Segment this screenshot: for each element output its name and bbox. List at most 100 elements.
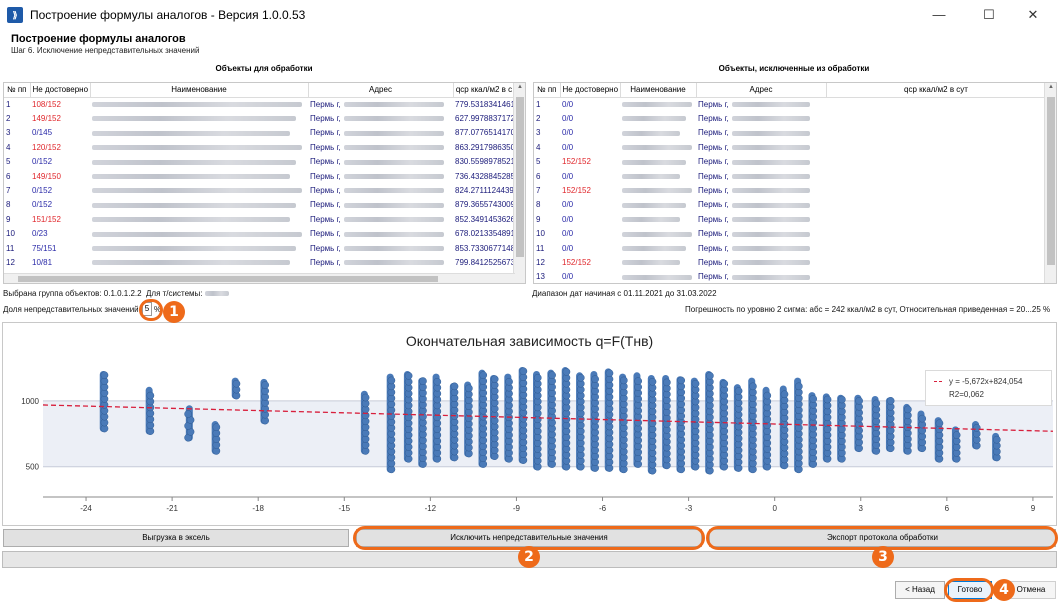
table-cell: 0/152 [30, 198, 90, 212]
table-row[interactable]: 5 152/152 Пермь г, [534, 155, 1046, 169]
left-grid-hscroll[interactable] [4, 273, 515, 283]
scroll-thumb-h[interactable] [18, 276, 438, 282]
cell-text: 0/0 [562, 99, 574, 109]
callout-marker-2: 2 [518, 546, 540, 568]
blurred-text [731, 102, 810, 108]
table-cell: Пермь г, [696, 198, 826, 212]
maximize-button[interactable]: ☐ [969, 4, 1009, 26]
cell-text: Пермь г, [310, 142, 341, 152]
table-cell [620, 270, 696, 283]
column-header[interactable]: Адрес [696, 83, 827, 98]
table-row[interactable]: 11 0/0 Пермь г, [534, 241, 1046, 255]
column-header[interactable]: № пп [4, 83, 31, 98]
table-cell: Пермь г, [696, 183, 826, 197]
column-header[interactable]: Не достоверно [30, 83, 91, 98]
excluded-grid[interactable]: № пп Не достоверно Наименование Адрес qср кк… [533, 82, 1057, 284]
table-cell: 1 [4, 97, 30, 111]
table-row[interactable]: 7 152/152 Пермь г, [534, 183, 1046, 197]
table-cell: 7 [534, 183, 560, 197]
minimize-button[interactable]: — [919, 4, 959, 26]
cell-text: 830.5598978521 [455, 157, 515, 167]
back-button[interactable]: < Назад [895, 581, 945, 599]
scroll-up-icon[interactable]: ▲ [1045, 84, 1056, 90]
column-header[interactable]: qср ккал/м2 в с [453, 83, 516, 98]
table-row[interactable]: 4 0/0 Пермь г, [534, 140, 1046, 154]
table-row[interactable]: 1 0/0 Пермь г, [534, 97, 1046, 111]
table-cell: 0/0 [560, 126, 620, 140]
table-row[interactable]: 10 0/23 Пермь г, 678.0213354891 [4, 227, 515, 241]
column-header[interactable]: № пп [534, 83, 561, 98]
table-row[interactable]: 4 120/152 Пермь г, 863.2917986350 [4, 140, 515, 154]
table-cell: 799.8412525673 [453, 255, 515, 269]
right-grid-vscroll[interactable]: ▲ [1044, 83, 1056, 283]
table-cell: 852.3491453626 [453, 212, 515, 226]
blurred-text [622, 202, 686, 208]
table-row[interactable]: 3 0/0 Пермь г, [534, 126, 1046, 140]
table-cell: 3 [534, 126, 560, 140]
table-cell [620, 169, 696, 183]
blurred-text [731, 260, 810, 266]
table-row[interactable]: 8 0/152 Пермь г, 879.3655743009 [4, 198, 515, 212]
cell-text: Пермь г, [698, 128, 729, 138]
column-header[interactable]: Наименование [620, 83, 697, 98]
cell-text: 0/0 [562, 128, 574, 138]
cell-text: 3 [6, 128, 11, 138]
callout-marker-3: 3 [872, 546, 894, 568]
title-bar: ⟫ Построение формулы аналогов - Версия 1… [0, 0, 1059, 30]
objects-grid[interactable]: № пп Не достоверно Наименование Адрес qср кк… [3, 82, 526, 284]
table-row[interactable]: 12 152/152 Пермь г, [534, 255, 1046, 269]
table-row[interactable]: 1 108/152 Пермь г, 779.5318341461 [4, 97, 515, 111]
blurred-text [92, 245, 296, 251]
cell-text: Пермь г, [310, 99, 341, 109]
table-cell [826, 126, 1046, 140]
table-cell [826, 169, 1046, 183]
app-icon: ⟫ [7, 7, 23, 23]
scroll-up-icon[interactable]: ▲ [514, 84, 525, 90]
table-cell [90, 140, 308, 154]
cell-text: 0/0 [562, 171, 574, 181]
table-row[interactable]: 6 149/150 Пермь г, 736.4328845285 [4, 169, 515, 183]
table-row[interactable]: 7 0/152 Пермь г, 824.2711124439 [4, 183, 515, 197]
system-info: Для т/системы: [146, 289, 229, 298]
table-cell: 10/81 [30, 255, 90, 269]
table-row[interactable]: 5 0/152 Пермь г, 830.5598978521 [4, 155, 515, 169]
table-cell: 5 [534, 155, 560, 169]
table-row[interactable]: 2 0/0 Пермь г, [534, 111, 1046, 125]
scroll-thumb[interactable] [516, 97, 524, 257]
table-cell: 4 [534, 140, 560, 154]
table-cell [826, 198, 1046, 212]
column-header[interactable]: qср ккал/м2 в сут [826, 83, 1047, 98]
chart-legend: y = -5,672x+824,054 R2=0,062 [925, 370, 1052, 406]
blurred-text [343, 188, 444, 194]
table-cell: 10 [4, 227, 30, 241]
table-row[interactable]: 9 0/0 Пермь г, [534, 212, 1046, 226]
blurred-text [92, 174, 290, 180]
table-row[interactable]: 3 0/145 Пермь г, 877.0776514170 [4, 126, 515, 140]
table-row[interactable]: 9 151/152 Пермь г, 852.3491453626 [4, 212, 515, 226]
blurred-text [622, 260, 680, 266]
scroll-thumb[interactable] [1047, 97, 1055, 265]
table-cell [90, 97, 308, 111]
cell-text: 13 [536, 272, 545, 282]
table-row[interactable]: 6 0/0 Пермь г, [534, 169, 1046, 183]
table-row[interactable]: 12 10/81 Пермь г, 799.8412525673 [4, 255, 515, 269]
column-header[interactable]: Не достоверно [560, 83, 621, 98]
table-cell: 0/0 [560, 169, 620, 183]
cell-text: 0/0 [562, 229, 574, 239]
table-row[interactable]: 11 75/151 Пермь г, 853.7330677148 [4, 241, 515, 255]
cell-text: 10 [536, 229, 545, 239]
table-row[interactable]: 13 0/0 Пермь г, [534, 270, 1046, 283]
blurred-text [92, 260, 290, 266]
table-row[interactable]: 2 149/152 Пермь г, 627.9978837172 [4, 111, 515, 125]
table-row[interactable]: 8 0/0 Пермь г, [534, 198, 1046, 212]
column-header[interactable]: Наименование [90, 83, 309, 98]
cell-text: 3 [536, 128, 541, 138]
close-button[interactable]: ✕ [1013, 4, 1053, 26]
column-header[interactable]: Адрес [308, 83, 454, 98]
blurred-text [343, 159, 444, 165]
table-row[interactable]: 10 0/0 Пермь г, [534, 227, 1046, 241]
blurred-text [343, 130, 444, 136]
export-excel-button[interactable]: Выгрузка в эксель [3, 529, 349, 547]
left-grid-vscroll[interactable]: ▲ [513, 83, 525, 283]
table-cell: 75/151 [30, 241, 90, 255]
